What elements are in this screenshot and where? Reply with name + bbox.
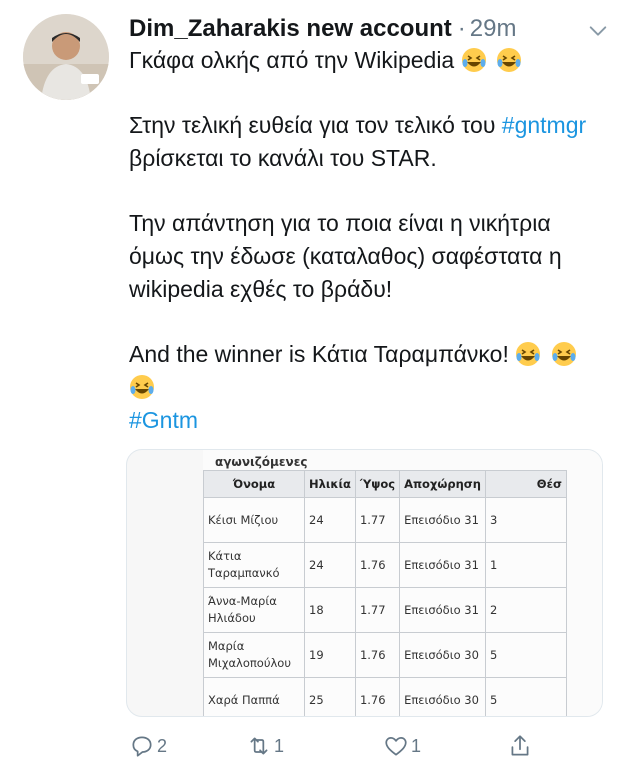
cell-name: Μαρία Μιχαλοπούλου <box>203 632 305 678</box>
cell-place: 1 <box>484 542 567 588</box>
cell-age: 25 <box>304 677 356 716</box>
laughing-tears-emoji-icon <box>551 342 576 366</box>
cell-name: Κέισι Μίζιου <box>203 497 305 543</box>
cell-height: 1.77 <box>354 587 401 633</box>
cell-age: 24 <box>304 497 356 543</box>
share-button[interactable] <box>507 731 533 761</box>
timestamp[interactable]: 29m <box>470 15 517 43</box>
cell-name: Άννα-Μαρία Ηλιάδου <box>203 587 305 633</box>
cell-elimination: Επεισόδιο 31 <box>399 497 486 543</box>
heart-icon <box>385 737 407 756</box>
laughing-tears-emoji-icon <box>497 48 522 72</box>
wikipedia-table-screenshot: αγωνιζόμενες Όνομα Ηλικία Ύψος Αποχώρηση… <box>203 450 602 716</box>
laughing-tears-emoji-icon <box>461 48 486 72</box>
cell-place: 2 <box>484 587 567 633</box>
table-row: Κάτια Ταραμπανκό 24 1.76 Επεισόδιο 31 1 <box>203 542 567 588</box>
cell-elimination: Επεισόδιο 31 <box>399 542 486 588</box>
cell-place: 5 <box>484 677 567 716</box>
tweet-line-1: Γκάφα ολκής από την Wikipedia <box>129 44 599 77</box>
tweet-line-2: Στην τελική ευθεία για τον τελικό του #g… <box>129 112 587 171</box>
cell-elimination: Επεισόδιο 30 <box>399 677 486 716</box>
like-button[interactable]: 1 <box>383 731 421 761</box>
cell-height: 1.76 <box>354 542 401 588</box>
tweet-image-card[interactable]: αγωνιζόμενες Όνομα Ηλικία Ύψος Αποχώρηση… <box>126 449 603 717</box>
col-header-elimination: Αποχώρηση <box>399 470 486 498</box>
col-header-height: Ύψος <box>354 470 401 498</box>
retweet-icon <box>250 737 268 755</box>
table-row: Μαρία Μιχαλοπούλου 19 1.76 Επεισόδιο 30 … <box>203 632 567 678</box>
table-caption: αγωνιζόμενες <box>215 455 308 469</box>
tweet-text: Γκάφα ολκής από την Wikipedia Στην τελικ… <box>129 44 599 437</box>
cell-height: 1.76 <box>354 632 401 678</box>
contestants-table: Όνομα Ηλικία Ύψος Αποχώρηση Θέσ Κέισι Μί… <box>203 470 567 716</box>
cell-height: 1.77 <box>354 497 401 543</box>
cell-elimination: Επεισόδιο 30 <box>399 632 486 678</box>
cell-name: Χαρά Παππά <box>203 677 305 716</box>
avatar[interactable] <box>23 14 109 100</box>
reply-count: 2 <box>157 735 168 756</box>
share-icon <box>511 735 529 756</box>
col-header-place: Θέσ <box>484 470 567 498</box>
cell-age: 19 <box>304 632 356 678</box>
separator-dot: · <box>457 15 466 42</box>
display-name[interactable]: Dim_Zaharakis new account <box>129 15 452 43</box>
tweet-line-3: Την απάντηση για το ποια είναι η νικήτρι… <box>129 210 562 302</box>
reply-icon <box>132 736 152 757</box>
tweet-header: Dim_Zaharakis new account · 29m <box>129 14 609 44</box>
cell-name: Κάτια Ταραμπανκό <box>203 542 305 588</box>
retweet-count: 1 <box>274 735 285 756</box>
cell-place: 3 <box>484 497 567 543</box>
hashtag-gntmgr[interactable]: #gntmgr <box>502 112 586 138</box>
table-row: Άννα-Μαρία Ηλιάδου 18 1.77 Επεισόδιο 31 … <box>203 587 567 633</box>
table-row: Χαρά Παππά 25 1.76 Επεισόδιο 30 5 <box>203 677 567 716</box>
cell-age: 18 <box>304 587 356 633</box>
profile-photo <box>23 14 109 100</box>
table-row: Κέισι Μίζιου 24 1.77 Επεισόδιο 31 3 <box>203 497 567 543</box>
reply-button[interactable]: 2 <box>129 731 167 761</box>
col-header-name: Όνομα <box>203 470 305 498</box>
cell-height: 1.76 <box>354 677 401 716</box>
cell-age: 24 <box>304 542 356 588</box>
tweet-line-4: And the winner is Κάτια Ταραμπάνκο! #Gnt… <box>129 338 599 437</box>
chevron-down-icon[interactable] <box>587 20 609 42</box>
col-header-age: Ηλικία <box>304 470 356 498</box>
hashtag-gntm[interactable]: #Gntm <box>129 407 198 433</box>
retweet-button[interactable]: 1 <box>246 731 284 761</box>
cell-elimination: Επεισόδιο 31 <box>399 587 486 633</box>
cell-place: 5 <box>484 632 567 678</box>
tweet-actions: 2 1 1 <box>129 731 549 761</box>
laughing-tears-emoji-icon <box>130 375 154 399</box>
table-header-row: Όνομα Ηλικία Ύψος Αποχώρηση Θέσ <box>203 470 567 498</box>
laughing-tears-emoji-icon <box>516 342 541 366</box>
like-count: 1 <box>411 735 422 756</box>
